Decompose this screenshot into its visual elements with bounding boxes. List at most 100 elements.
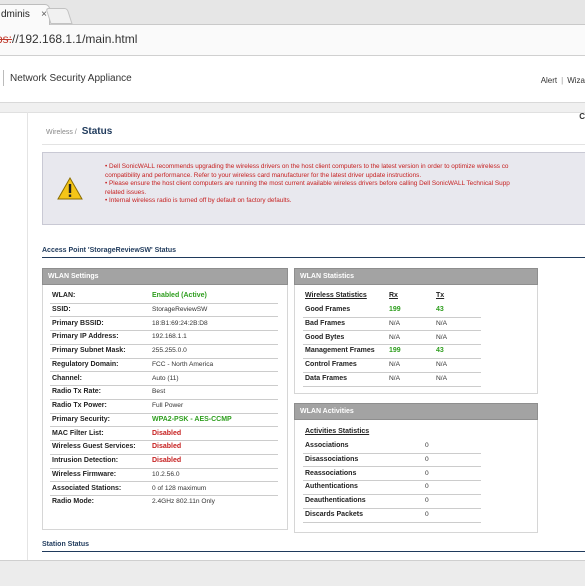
activities-row-divider xyxy=(303,521,481,523)
settings-row: Radio Tx Power: Full Power xyxy=(52,402,280,411)
settings-label: Primary Subnet Mask: xyxy=(52,347,126,354)
statistics-tx-value: N/A xyxy=(436,361,447,369)
settings-row: Regulatory Domain: FCC - North America xyxy=(52,361,280,370)
statistics-row-divider xyxy=(303,344,481,346)
statistics-rx-value: N/A xyxy=(389,361,400,369)
activities-row-value: 0 xyxy=(425,483,429,491)
nav-band xyxy=(0,103,585,113)
breadcrumb-parent[interactable]: Wireless / xyxy=(46,129,77,136)
statistics-row-divider xyxy=(303,385,481,387)
settings-value: Disabled xyxy=(152,443,182,451)
app-header: Network Security Appliance Alert | Wiza xyxy=(0,56,585,103)
header-divider xyxy=(3,70,4,86)
statistics-row-name: Control Frames xyxy=(305,361,357,369)
settings-value: Disabled xyxy=(152,429,182,437)
settings-row-divider xyxy=(50,330,278,331)
settings-label: Radio Tx Power: xyxy=(52,402,107,409)
activities-row-value: 0 xyxy=(425,497,429,505)
statistics-row-divider xyxy=(303,357,481,359)
settings-row-divider xyxy=(50,412,278,414)
warning-box: • Dell SonicWALL recommends upgrading th… xyxy=(42,152,585,225)
settings-row: Associated Stations: 0 of 128 maximum xyxy=(52,485,280,494)
settings-row-divider xyxy=(50,357,278,359)
warning-line: • Dell SonicWALL recommends upgrading th… xyxy=(105,163,509,170)
settings-row: Primary BSSID: 18:B1:69:24:2B:D8 xyxy=(52,320,280,329)
statistics-tx-value: 43 xyxy=(436,306,444,313)
address-bar[interactable]: ps://192.168.1.1/main.html xyxy=(0,25,585,56)
settings-row-divider xyxy=(50,302,278,304)
wlan-statistics-header: WLAN Statistics xyxy=(294,268,538,285)
activities-row-divider xyxy=(303,466,481,468)
title-divider xyxy=(42,144,585,145)
settings-row: SSID: StorageReviewSW xyxy=(52,306,280,315)
settings-label: Channel: xyxy=(52,374,82,382)
settings-label: MAC Filter List: xyxy=(52,429,104,437)
header-links: Alert | Wiza xyxy=(541,76,585,85)
browser-tab-strip: dminis × xyxy=(0,0,585,25)
settings-label: Regulatory Domain: xyxy=(52,360,119,368)
settings-row: Primary IP Address: 192.168.1.1 xyxy=(52,333,280,342)
warning-line: • Internal wireless radio is turned off … xyxy=(105,197,292,205)
statistics-rx-value: N/A xyxy=(389,375,400,382)
settings-label: Primary IP Address: xyxy=(52,333,119,341)
settings-label: Radio Mode: xyxy=(52,498,94,506)
statistics-row-divider xyxy=(303,316,481,318)
settings-label: Intrusion Detection: xyxy=(52,457,119,464)
page-title: Status xyxy=(81,126,113,137)
top-right-letter: C xyxy=(579,112,585,121)
settings-label: Wireless Guest Services: xyxy=(52,443,136,451)
statistics-rx-value: 199 xyxy=(389,347,401,355)
settings-value: 192.168.1.1 xyxy=(152,333,187,341)
settings-row-divider xyxy=(50,481,278,483)
settings-row-divider xyxy=(50,371,278,373)
activities-row-value: 0 xyxy=(425,511,429,518)
wlan-activities-header: WLAN Activities xyxy=(294,403,538,420)
breadcrumb: Wireless / Status xyxy=(46,126,112,137)
statistics-row-name: Good Frames xyxy=(305,306,351,313)
activities-row-value: 0 xyxy=(425,469,429,477)
url-text[interactable]: ps://192.168.1.1/main.html xyxy=(0,32,137,46)
settings-row: Radio Mode: 2.4GHz 802.11n Only xyxy=(52,498,280,507)
statistics-tx-value: N/A xyxy=(436,375,447,382)
activities-row-value: 0 xyxy=(425,442,429,449)
settings-row-divider xyxy=(50,398,278,400)
statistics-tx-value: 43 xyxy=(436,347,444,355)
ap-status-rule xyxy=(42,257,585,258)
browser-tab[interactable]: dminis × xyxy=(0,4,50,25)
statistics-tx-value: N/A xyxy=(436,333,447,341)
settings-value: StorageReviewSW xyxy=(152,305,208,313)
wizard-link[interactable]: Wiza xyxy=(567,76,585,85)
settings-row: WLAN: Enabled (Active) xyxy=(52,292,280,301)
alert-link[interactable]: Alert xyxy=(541,76,557,85)
wlan-settings-header: WLAN Settings xyxy=(42,268,288,285)
ap-status-title: Access Point 'StorageReviewSW' Status xyxy=(42,247,177,254)
settings-row-divider xyxy=(50,495,278,496)
url-protocol: ps: xyxy=(0,32,13,46)
settings-value: 10.2.56.0 xyxy=(152,470,180,478)
activities-row-divider xyxy=(303,493,481,495)
activities-row-divider xyxy=(303,452,481,454)
settings-value: 0 of 128 maximum xyxy=(152,484,207,492)
settings-row-divider xyxy=(50,426,278,428)
statistics-column-header: Rx xyxy=(389,292,398,299)
activities-row-divider xyxy=(303,507,481,509)
left-sidebar-edge xyxy=(27,112,28,562)
statistics-row-name: Management Frames xyxy=(305,347,375,355)
settings-row-divider xyxy=(50,440,278,441)
settings-row: MAC Filter List: Disabled xyxy=(52,430,280,439)
app-title: Network Security Appliance xyxy=(10,73,132,84)
warning-line: related issues. xyxy=(105,188,147,196)
statistics-rx-value: 199 xyxy=(389,306,401,313)
settings-row-divider xyxy=(50,467,278,469)
warning-icon xyxy=(57,177,83,200)
tab-title: dminis xyxy=(1,9,30,20)
activities-row-name: Disassociations xyxy=(305,455,359,463)
statistics-row-name: Good Bytes xyxy=(305,333,345,341)
statistics-row-name: Data Frames xyxy=(305,375,348,382)
settings-label: Primary BSSID: xyxy=(52,319,104,327)
statistics-rx-value: N/A xyxy=(389,319,400,327)
new-tab-button[interactable] xyxy=(45,8,73,24)
url-path: //192.168.1.1/main.html xyxy=(12,32,138,46)
settings-label: Primary Security: xyxy=(52,415,110,423)
settings-row: Wireless Firmware: 10.2.56.0 xyxy=(52,471,280,480)
